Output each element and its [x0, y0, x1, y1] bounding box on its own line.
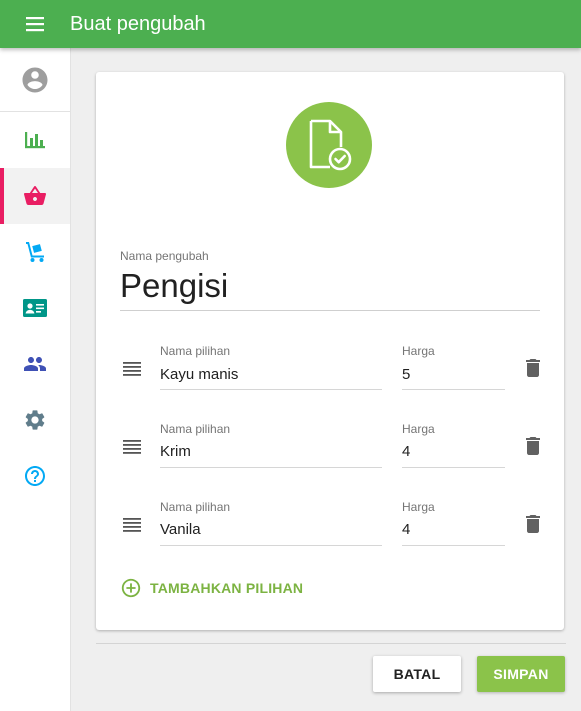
option-name-underline	[160, 545, 382, 546]
basket-icon	[24, 186, 46, 205]
price-underline	[402, 389, 505, 390]
trash-icon[interactable]	[521, 356, 545, 380]
save-button[interactable]: SIMPAN	[477, 656, 565, 692]
sidebar-item-employees[interactable]	[0, 336, 70, 392]
drag-handle-icon[interactable]	[120, 512, 144, 536]
file-check-icon	[309, 119, 352, 171]
price-input[interactable]: 4	[402, 521, 410, 538]
bar-chart-icon	[25, 132, 45, 149]
option-name-underline	[160, 389, 382, 390]
option-name-label: Nama pilihan	[160, 422, 231, 436]
page-title: Buat pengubah	[70, 12, 206, 35]
drag-handle-icon[interactable]	[120, 434, 144, 458]
account-circle-icon	[22, 67, 48, 93]
add-circle-outline-icon	[121, 578, 141, 598]
hero-badge	[286, 102, 372, 188]
price-input[interactable]: 4	[402, 443, 410, 460]
gear-icon	[25, 410, 45, 430]
cancel-button[interactable]: BATAL	[373, 656, 461, 692]
price-underline	[402, 545, 505, 546]
option-name-underline	[160, 467, 382, 468]
option-name-label: Nama pilihan	[160, 500, 231, 514]
option-name-input[interactable]: Vanila	[160, 521, 201, 538]
option-name-label: Nama pilihan	[160, 344, 231, 358]
help-circle-icon	[25, 466, 45, 486]
option-name-input[interactable]: Kayu manis	[160, 366, 238, 383]
sidebar-item-account[interactable]	[0, 52, 70, 108]
id-card-icon	[23, 299, 47, 317]
sidebar-item-reports[interactable]	[0, 112, 70, 168]
price-input[interactable]: 5	[402, 366, 410, 383]
add-option-button[interactable]: TAMBAHKAN PILIHAN	[120, 574, 303, 602]
dolly-icon	[26, 242, 44, 262]
sidebar-item-items[interactable]	[0, 168, 70, 224]
trash-icon[interactable]	[521, 512, 545, 536]
sidebar-item-help[interactable]	[0, 448, 70, 504]
modifier-name-underline	[120, 310, 540, 311]
hamburger-menu-icon	[26, 17, 44, 32]
price-underline	[402, 467, 505, 468]
sidebar-item-customers[interactable]	[0, 280, 70, 336]
sidebar-item-inventory[interactable]	[0, 224, 70, 280]
people-icon	[24, 357, 46, 371]
price-label: Harga	[402, 344, 435, 358]
trash-icon[interactable]	[521, 434, 545, 458]
sidebar-item-settings[interactable]	[0, 392, 70, 448]
option-name-input[interactable]: Krim	[160, 443, 191, 460]
price-label: Harga	[402, 422, 435, 436]
price-label: Harga	[402, 500, 435, 514]
actions-divider	[96, 643, 566, 644]
menu-button[interactable]	[0, 0, 70, 48]
drag-handle-icon[interactable]	[120, 356, 144, 380]
add-option-label: TAMBAHKAN PILIHAN	[150, 580, 304, 596]
modifier-form-card: Nama pengubah Pengisi Nama pilihan Kayu …	[96, 72, 564, 630]
modifier-name-input[interactable]: Pengisi	[120, 267, 228, 305]
app-bar: Buat pengubah	[0, 0, 581, 48]
sidebar	[0, 48, 71, 711]
modifier-name-label: Nama pengubah	[120, 249, 209, 263]
